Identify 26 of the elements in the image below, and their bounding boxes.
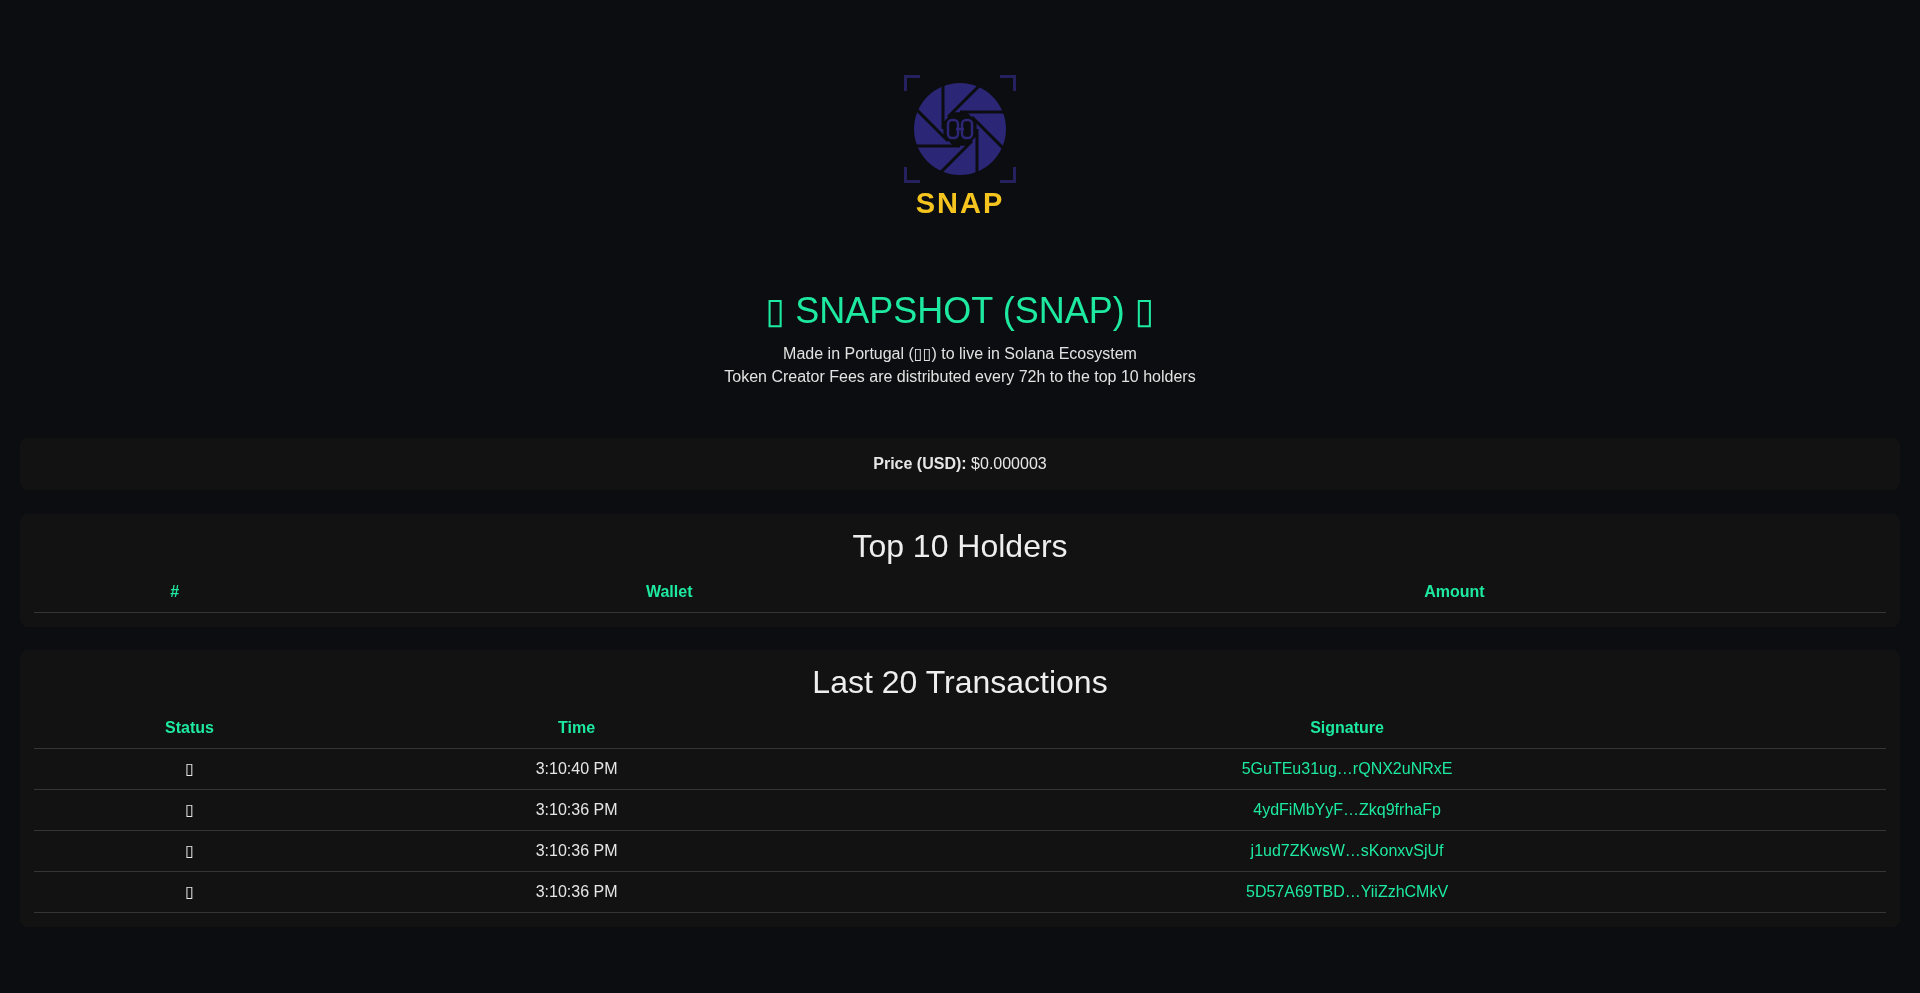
time-cell: 3:10:36 PM [345,830,809,872]
column-header: # [34,572,316,613]
tagline-text: Made in Portugal (▯▯) to live in Solana Ecosystem [783,344,1137,364]
time-cell: 3:10:36 PM [345,871,809,913]
price-label: Price (USD): [873,455,967,472]
signature-link[interactable]: j1ud7ZKwsW…sKonxvSjUf [1250,842,1444,859]
tagline-text: Token Creator Fees are distributed every 72h to the top 10 holders [724,367,1196,387]
signature-link[interactable]: 5GuTEu31ug…rQNX2uNRxE [1241,760,1453,777]
status-cell: ▯ [34,871,346,913]
status-cell: ▯ [34,789,346,831]
column-header: Time [345,708,809,749]
column-header: Wallet [315,572,1023,613]
section-title: Last 20 Transactions [811,664,1109,701]
column-header: Status [34,708,346,749]
status-cell: ▯ [34,830,346,872]
logo-wordmark: SNAP [915,188,1005,218]
column-header: Amount [1022,572,1886,613]
section-title: Top 10 Holders [851,528,1069,565]
column-header: Signature [808,708,1886,749]
time-cell: 3:10:36 PM [345,789,809,831]
time-cell: 3:10:40 PM [345,748,809,790]
status-cell: ▯ [34,748,346,790]
price-value: $0.000003 [971,455,1047,472]
page-title: ▯ SNAPSHOT (SNAP) ▯ [765,290,1155,331]
signature-link[interactable]: 4ydFiMbYyF…Zkq9frhaFp [1253,801,1441,818]
signature-link[interactable]: 5D57A69TBD…YiiZzhCMkV [1246,883,1449,900]
